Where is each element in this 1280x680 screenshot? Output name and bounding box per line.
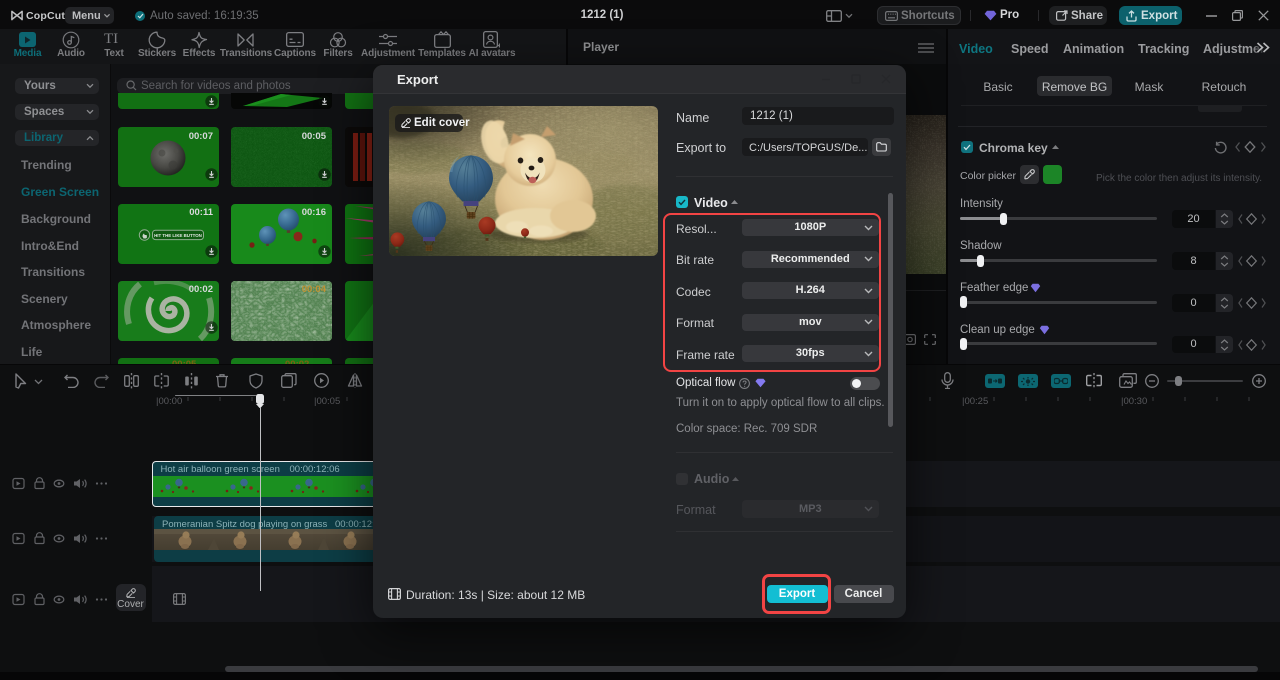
svg-text:HIT THE LIKE BUTTON: HIT THE LIKE BUTTON — [154, 232, 202, 237]
